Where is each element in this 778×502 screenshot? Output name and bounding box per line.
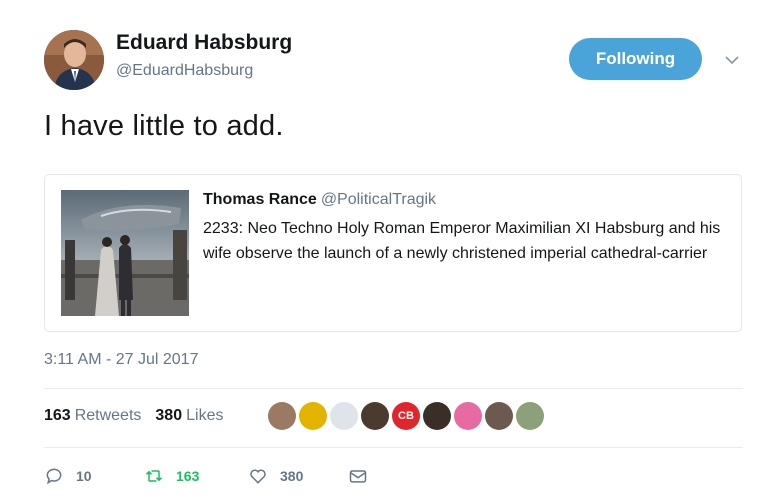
divider xyxy=(44,388,743,389)
heart-icon xyxy=(250,469,266,484)
retweets-label: Retweets xyxy=(74,407,142,424)
author-name[interactable]: Eduard Habsburg xyxy=(116,31,292,55)
liker-avatar-label: CB xyxy=(398,410,414,422)
retweets-count: 163 xyxy=(44,407,71,424)
liker-avatar-9[interactable] xyxy=(516,402,544,430)
liker-avatar-8[interactable] xyxy=(485,402,513,430)
reply-icon xyxy=(46,468,62,485)
likes-label: Likes xyxy=(186,407,224,424)
divider xyxy=(44,447,743,448)
quoted-tweet-text: 2233: Neo Techno Holy Roman Emperor Maxi… xyxy=(203,220,721,262)
liker-avatar-1[interactable] xyxy=(268,402,296,430)
retweet-button[interactable]: 163 xyxy=(144,466,199,486)
likes-count: 380 xyxy=(155,407,183,424)
likes-stat[interactable]: 380 Likes xyxy=(155,407,223,425)
liker-avatar-2[interactable] xyxy=(299,402,327,430)
retweets-stat[interactable]: 163 Retweets xyxy=(44,407,141,425)
retweet-count: 163 xyxy=(176,468,200,484)
quoted-tweet-author[interactable]: Thomas Rance @PoliticalTragik xyxy=(203,191,436,209)
quoted-author-name[interactable]: Thomas Rance xyxy=(203,191,317,208)
likers-avatars: CB xyxy=(268,402,544,430)
envelope-icon xyxy=(349,470,367,483)
tweet-timestamp[interactable]: 3:11 AM - 27 Jul 2017 xyxy=(44,351,198,369)
reply-button[interactable]: 10 xyxy=(44,466,92,486)
message-button[interactable] xyxy=(348,466,380,486)
author-avatar[interactable] xyxy=(44,30,104,90)
author-handle[interactable]: @EduardHabsburg xyxy=(116,62,253,80)
quoted-author-handle[interactable]: @PoliticalTragik xyxy=(321,191,436,208)
tweet-stats: 163 Retweets 380 Likes xyxy=(44,407,223,425)
like-button[interactable]: 380 xyxy=(248,466,303,486)
following-button[interactable]: Following xyxy=(569,38,702,80)
chevron-down-icon[interactable] xyxy=(724,52,740,68)
quoted-tweet-image[interactable] xyxy=(61,190,189,316)
retweet-icon xyxy=(145,470,163,482)
tweet-text: I have little to add. xyxy=(44,110,284,142)
liker-avatar-4[interactable] xyxy=(361,402,389,430)
like-count: 380 xyxy=(280,468,304,484)
liker-avatar-7[interactable] xyxy=(454,402,482,430)
liker-avatar-6[interactable] xyxy=(423,402,451,430)
liker-avatar-5[interactable]: CB xyxy=(392,402,420,430)
liker-avatar-3[interactable] xyxy=(330,402,358,430)
reply-count: 10 xyxy=(76,468,92,484)
